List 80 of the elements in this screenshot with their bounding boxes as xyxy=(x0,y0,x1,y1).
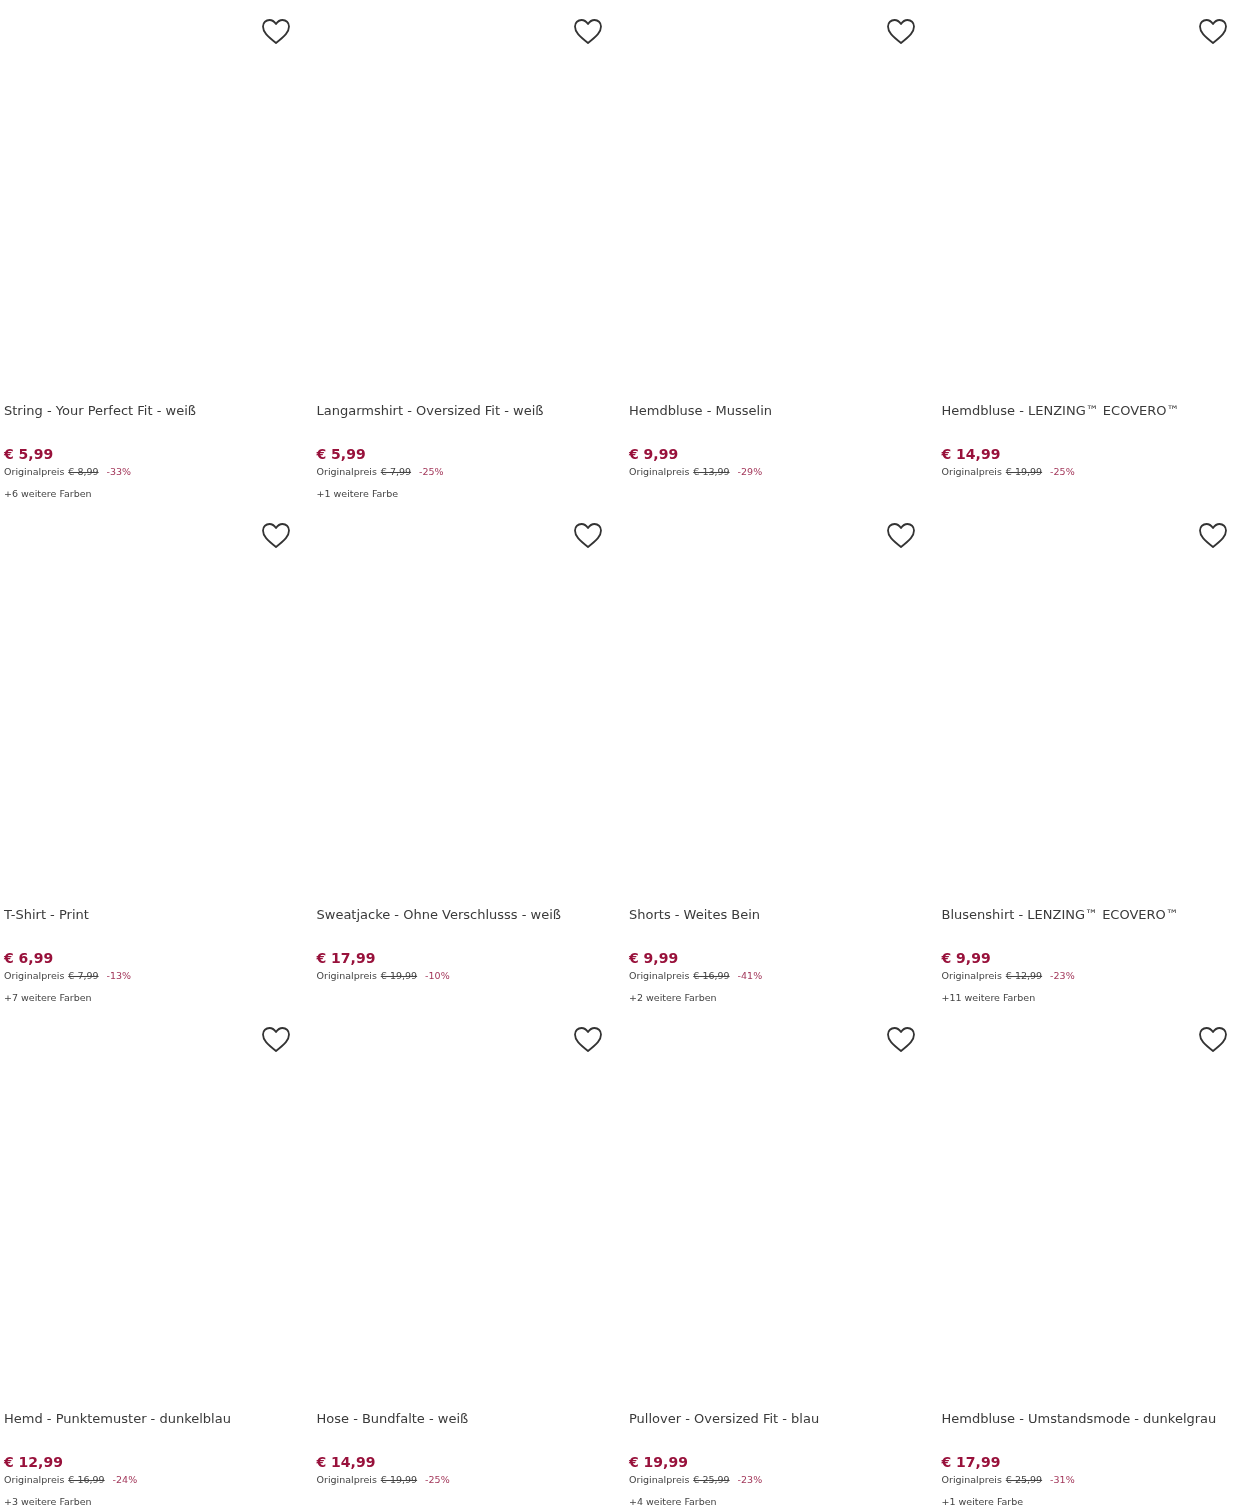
original-price-label: Originalpreis xyxy=(316,1473,377,1487)
more-colors-link[interactable]: +4 weitere Farben xyxy=(629,1495,930,1509)
more-colors-link[interactable]: +7 weitere Farben xyxy=(4,991,305,1005)
product-title[interactable]: Hose - Bundfalte - weiß xyxy=(316,1410,617,1448)
sale-price: € 19,99 xyxy=(629,1453,689,1471)
original-price-label: Originalpreis xyxy=(4,1473,65,1487)
discount-percent: -33% xyxy=(106,465,132,479)
original-price: € 12,99 xyxy=(1005,969,1043,983)
product-title[interactable]: Hemd - Punktemuster - dunkelblau xyxy=(4,1410,305,1448)
product-title[interactable]: Hemdbluse - Musselin xyxy=(629,402,930,440)
discount-percent: -13% xyxy=(106,969,132,983)
original-price-label: Originalpreis xyxy=(316,969,377,983)
more-colors-link[interactable]: +1 weitere Farbe xyxy=(316,487,617,501)
discount-percent: -25% xyxy=(425,1473,450,1487)
sale-price: € 9,99 xyxy=(629,445,680,463)
discount-percent: -41% xyxy=(737,969,763,983)
discount-percent: -25% xyxy=(1050,465,1075,479)
more-colors-link[interactable]: +2 weitere Farben xyxy=(629,991,930,1005)
sale-price: € 14,99 xyxy=(316,1453,377,1471)
product-title[interactable]: Langarmshirt - Oversized Fit - weiß xyxy=(316,402,617,440)
sale-price: € 9,99 xyxy=(941,949,992,967)
sale-price: € 5,99 xyxy=(4,445,55,463)
product-title[interactable]: T-Shirt - Print xyxy=(4,906,305,944)
discount-percent: -24% xyxy=(112,1473,138,1487)
wishlist-heart-button[interactable] xyxy=(885,1026,916,1054)
product-title[interactable]: String - Your Perfect Fit - weiß xyxy=(4,402,305,440)
original-price: € 7,99 xyxy=(68,969,99,983)
original-price: € 16,99 xyxy=(68,1473,105,1487)
sale-price: € 5,99 xyxy=(316,445,367,463)
discount-percent: -10% xyxy=(425,969,450,983)
original-price: € 19,99 xyxy=(380,1473,418,1487)
product-title[interactable]: Pullover - Oversized Fit - blau xyxy=(629,1410,930,1448)
original-price-label: Originalpreis xyxy=(629,969,690,983)
wishlist-heart-button[interactable] xyxy=(573,18,603,46)
wishlist-heart-button[interactable] xyxy=(573,522,603,550)
sale-price: € 6,99 xyxy=(4,949,55,967)
wishlist-heart-button[interactable] xyxy=(1198,522,1228,550)
product-title[interactable]: Shorts - Weites Bein xyxy=(629,906,930,944)
original-price-label: Originalpreis xyxy=(941,1473,1002,1487)
wishlist-heart-button[interactable] xyxy=(573,1026,603,1054)
product-title[interactable]: Sweatjacke - Ohne Verschlusss - weiß xyxy=(316,906,617,944)
sale-price: € 14,99 xyxy=(941,445,1002,463)
more-colors-link[interactable]: +1 weitere Farbe xyxy=(941,1495,1242,1509)
original-price-label: Originalpreis xyxy=(4,465,65,479)
sale-price: € 9,99 xyxy=(629,949,680,967)
wishlist-heart-button[interactable] xyxy=(1198,18,1228,46)
sale-price: € 17,99 xyxy=(316,949,377,967)
product-title[interactable]: Blusenshirt - LENZING™ ECOVERO™ xyxy=(941,906,1242,944)
product-title[interactable]: Hemdbluse - Umstandsmode - dunkelgrau xyxy=(941,1410,1242,1448)
original-price: € 25,99 xyxy=(1005,1473,1043,1487)
original-price-label: Originalpreis xyxy=(629,465,690,479)
wishlist-heart-button[interactable] xyxy=(260,1026,291,1054)
wishlist-heart-button[interactable] xyxy=(885,522,916,550)
original-price: € 16,99 xyxy=(693,969,730,983)
original-price: € 25,99 xyxy=(693,1473,730,1487)
original-price: € 13,99 xyxy=(693,465,730,479)
product-title[interactable]: Hemdbluse - LENZING™ ECOVERO™ xyxy=(941,402,1242,440)
discount-percent: -25% xyxy=(419,465,444,479)
wishlist-heart-button[interactable] xyxy=(1198,1026,1228,1054)
wishlist-heart-button[interactable] xyxy=(260,522,291,550)
original-price: € 7,99 xyxy=(380,465,412,479)
original-price: € 19,99 xyxy=(380,969,418,983)
original-price: € 19,99 xyxy=(1005,465,1043,479)
original-price-label: Originalpreis xyxy=(941,465,1002,479)
more-colors-link[interactable]: +11 weitere Farben xyxy=(941,991,1242,1005)
more-colors-link[interactable]: +3 weitere Farben xyxy=(4,1495,305,1509)
original-price-label: Originalpreis xyxy=(941,969,1002,983)
discount-percent: -23% xyxy=(737,1473,763,1487)
sale-price: € 12,99 xyxy=(4,1453,64,1471)
sale-price: € 17,99 xyxy=(941,1453,1002,1471)
discount-percent: -29% xyxy=(737,465,763,479)
discount-percent: -23% xyxy=(1050,969,1075,983)
original-price-label: Originalpreis xyxy=(4,969,65,983)
wishlist-heart-button[interactable] xyxy=(885,18,916,46)
more-colors-link[interactable]: +6 weitere Farben xyxy=(4,487,305,501)
discount-percent: -31% xyxy=(1050,1473,1075,1487)
original-price: € 8,99 xyxy=(68,465,99,479)
original-price-label: Originalpreis xyxy=(629,1473,690,1487)
wishlist-heart-button[interactable] xyxy=(260,18,291,46)
original-price-label: Originalpreis xyxy=(316,465,377,479)
